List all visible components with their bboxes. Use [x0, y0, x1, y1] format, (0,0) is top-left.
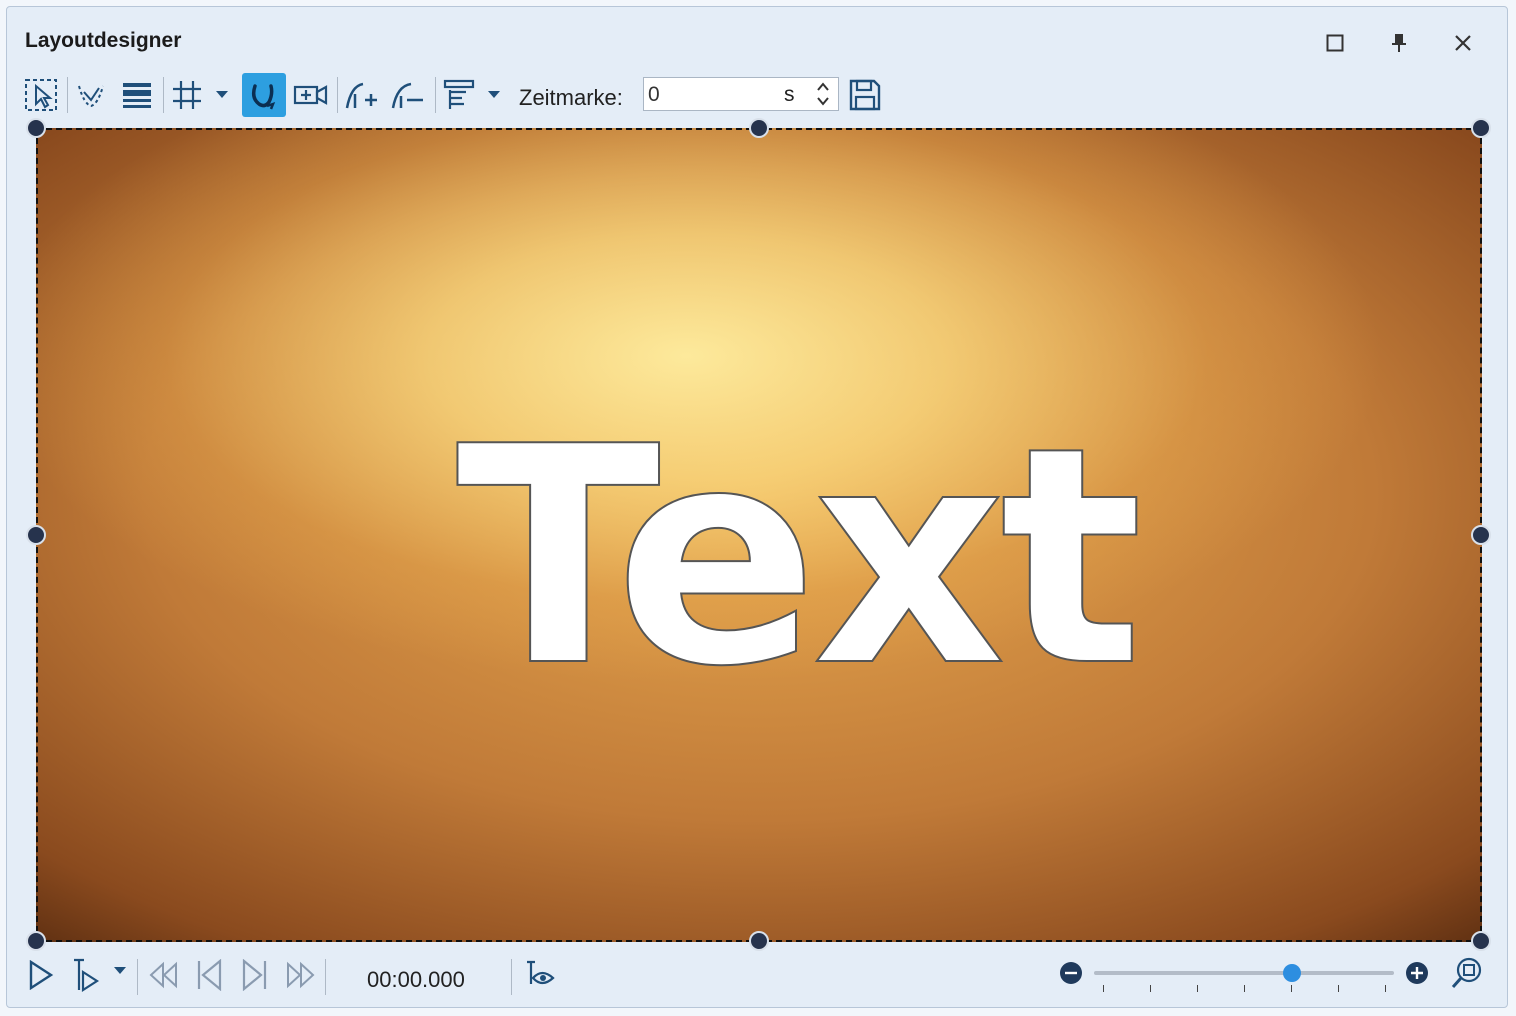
fast-forward-icon — [287, 961, 315, 989]
preview-visibility-button[interactable] — [519, 955, 559, 995]
play-icon — [29, 960, 54, 990]
pin-button[interactable] — [1381, 25, 1417, 61]
zeitmarke-label: Zeitmarke: — [519, 85, 623, 110]
chevron-down-icon — [216, 91, 228, 98]
camera-icon — [293, 85, 328, 105]
next-keyframe-button[interactable] — [235, 955, 275, 995]
resize-handle-top-left[interactable] — [26, 118, 46, 138]
add-curve-icon — [345, 82, 377, 109]
remove-keyframe-button[interactable] — [385, 73, 429, 117]
save-keyframe-button[interactable] — [843, 73, 887, 117]
chevron-down-icon — [488, 91, 500, 98]
remove-curve-icon — [391, 82, 423, 109]
close-button[interactable] — [1445, 25, 1481, 61]
previous-keyframe-button[interactable] — [189, 955, 229, 995]
add-keyframe-button[interactable] — [339, 73, 383, 117]
layoutdesigner-window: Layoutdesigner Zeitmarke: 0 s Text 00:00… — [6, 6, 1508, 1008]
select-icon — [25, 79, 57, 111]
playback-bar: 00:00.000 — [7, 947, 1507, 1007]
layers-icon — [123, 83, 151, 108]
resize-handle-top-right[interactable] — [1471, 118, 1491, 138]
close-icon — [1455, 35, 1471, 51]
fast-forward-button[interactable] — [281, 955, 321, 995]
resize-handle-top[interactable] — [749, 118, 769, 138]
play-from-marker-icon — [74, 958, 100, 992]
maximize-button[interactable] — [1317, 25, 1353, 61]
rewind-button[interactable] — [143, 955, 183, 995]
zeitmarke-unit: s — [784, 83, 795, 106]
skip-back-icon — [197, 959, 222, 991]
grid-icon — [173, 81, 201, 109]
align-button[interactable] — [437, 73, 481, 117]
curve-dots-icon — [78, 85, 104, 108]
play-mode-dropdown[interactable] — [111, 949, 129, 993]
play-from-marker-button[interactable] — [65, 955, 105, 995]
chevron-down-icon — [114, 967, 126, 974]
resize-handle-right[interactable] — [1471, 525, 1491, 545]
save-icon — [849, 79, 881, 111]
align-icon — [443, 79, 475, 109]
canvas-stage[interactable]: Text — [36, 128, 1482, 942]
zoom-fit-button[interactable] — [1447, 953, 1487, 993]
grid-dropdown[interactable] — [213, 73, 231, 117]
maximize-icon — [1326, 34, 1344, 52]
motion-path-button[interactable] — [242, 73, 286, 117]
toolbar: Zeitmarke: 0 s — [7, 69, 1507, 121]
zoom-out-icon — [1060, 962, 1082, 984]
canvas-text-object[interactable]: Text — [455, 407, 1144, 709]
zoom-in-button[interactable] — [1397, 953, 1437, 993]
window-title: Layoutdesigner — [25, 29, 182, 52]
zeitmarke-value[interactable]: 0 — [648, 83, 660, 107]
zoom-out-button[interactable] — [1051, 953, 1091, 993]
path-tool-button[interactable] — [69, 73, 113, 117]
pin-icon — [1392, 34, 1406, 52]
zoom-slider-thumb[interactable] — [1283, 964, 1301, 982]
layers-button[interactable] — [115, 73, 159, 117]
eye-marker-icon — [527, 960, 555, 985]
resize-handle-left[interactable] — [26, 525, 46, 545]
motion-path-icon — [251, 84, 276, 110]
grid-button[interactable] — [165, 73, 209, 117]
zeitmarke-input[interactable]: 0 s — [643, 77, 839, 111]
zoom-slider[interactable] — [1094, 964, 1394, 992]
title-bar: Layoutdesigner — [7, 7, 1507, 69]
select-tool-button[interactable] — [19, 73, 63, 117]
skip-forward-icon — [242, 959, 267, 991]
rewind-icon — [149, 961, 177, 989]
align-dropdown[interactable] — [485, 73, 503, 117]
time-display: 00:00.000 — [367, 967, 465, 992]
zoom-in-icon — [1406, 962, 1428, 984]
spinner-arrows-icon[interactable] — [812, 78, 834, 110]
camera-button[interactable] — [289, 73, 333, 117]
play-button[interactable] — [21, 955, 61, 995]
magnifier-fit-icon — [1451, 957, 1482, 988]
